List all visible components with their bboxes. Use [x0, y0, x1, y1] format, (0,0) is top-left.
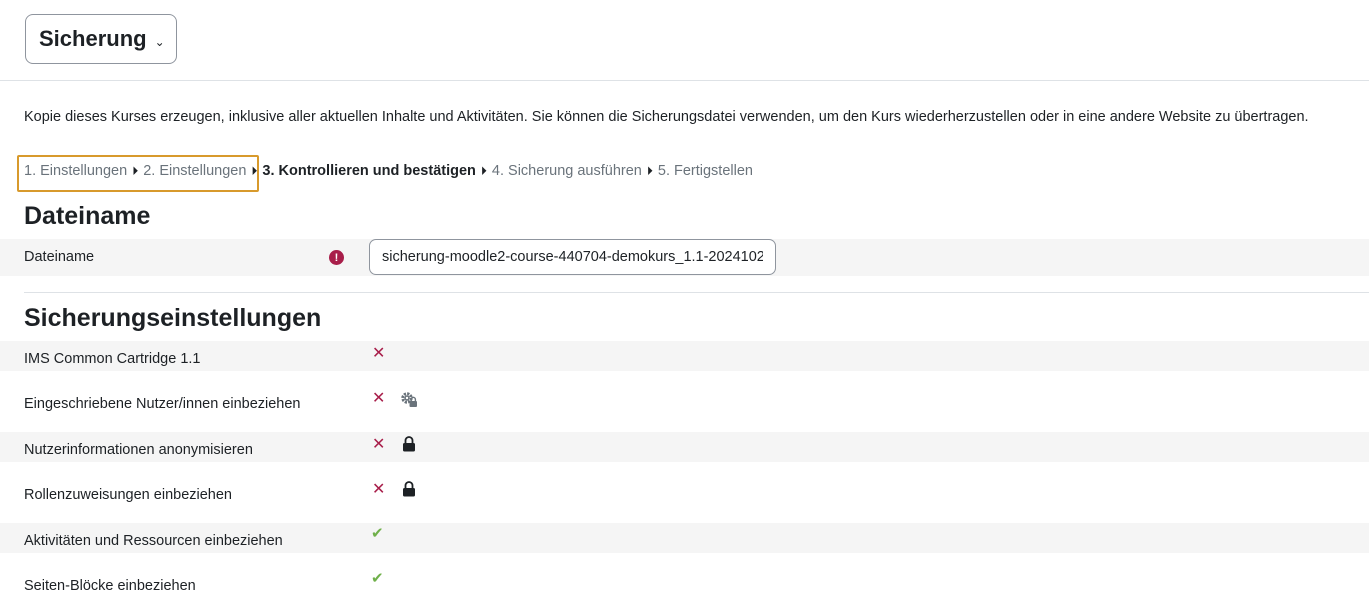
filename-label: Dateiname: [24, 249, 95, 265]
setting-label: Aktivitäten und Ressourcen einbeziehen: [24, 533, 283, 549]
filename-heading: Dateiname: [24, 202, 151, 230]
required-icon: !: [329, 250, 344, 265]
step-2-link[interactable]: 2. Einstellungen: [143, 163, 246, 179]
step-separator-icon: ⏵: [646, 163, 653, 178]
check-icon: ✔: [371, 570, 384, 587]
cross-icon: ✕: [372, 390, 386, 407]
step-1-link[interactable]: 1. Einstellungen: [24, 163, 127, 179]
settings-heading: Sicherungseinstellungen: [24, 304, 322, 332]
setting-label: IMS Common Cartridge 1.1: [24, 351, 201, 367]
setting-row: IMS Common Cartridge 1.1 ✕: [0, 341, 1369, 371]
cross-icon: ✕: [372, 345, 386, 362]
filename-row: Dateiname !: [0, 239, 1369, 276]
check-icon: ✔: [371, 525, 384, 542]
setting-label: Nutzerinformationen anonymisieren: [24, 442, 253, 458]
intro-text: Kopie dieses Kurses erzeugen, inklusive …: [24, 109, 1309, 125]
step-separator-icon: ⏵: [480, 163, 487, 178]
gear-lock-icon: [401, 392, 417, 407]
step-separator-icon: ⏵: [132, 163, 139, 178]
backup-menu-dropdown[interactable]: Sicherung ⌄: [25, 14, 177, 64]
setting-row: Nutzerinformationen anonymisieren ✕: [0, 432, 1369, 462]
backup-progress-breadcrumb: 1. Einstellungen ⏵ 2. Einstellungen ⏵ 3.…: [24, 163, 753, 179]
setting-row: Rollenzuweisungen einbeziehen ✕: [0, 477, 1369, 507]
cross-icon: ✕: [372, 481, 386, 498]
section-divider: [24, 292, 1369, 293]
setting-label: Rollenzuweisungen einbeziehen: [24, 487, 232, 503]
backup-menu-label: Sicherung: [39, 26, 147, 51]
setting-row: Aktivitäten und Ressourcen einbeziehen ✔: [0, 523, 1369, 553]
setting-label: Eingeschriebene Nutzer/innen einbeziehen: [24, 396, 301, 412]
lock-icon: [403, 481, 415, 497]
step-3-current: 3. Kontrollieren und bestätigen: [262, 163, 476, 179]
setting-row: Eingeschriebene Nutzer/innen einbeziehen…: [0, 386, 1369, 416]
page-header: Sicherung ⌄: [0, 0, 1369, 81]
setting-label: Seiten-Blöcke einbeziehen: [24, 578, 196, 594]
cross-icon: ✕: [372, 436, 386, 453]
step-4: 4. Sicherung ausführen: [491, 163, 642, 179]
filename-input[interactable]: [369, 239, 776, 275]
chevron-down-icon: ⌄: [154, 35, 165, 49]
lock-icon: [403, 436, 415, 452]
setting-row: Seiten-Blöcke einbeziehen ✔: [0, 568, 1369, 598]
step-separator-icon: ⏵: [251, 163, 258, 178]
step-5: 5. Fertigstellen: [657, 163, 753, 179]
